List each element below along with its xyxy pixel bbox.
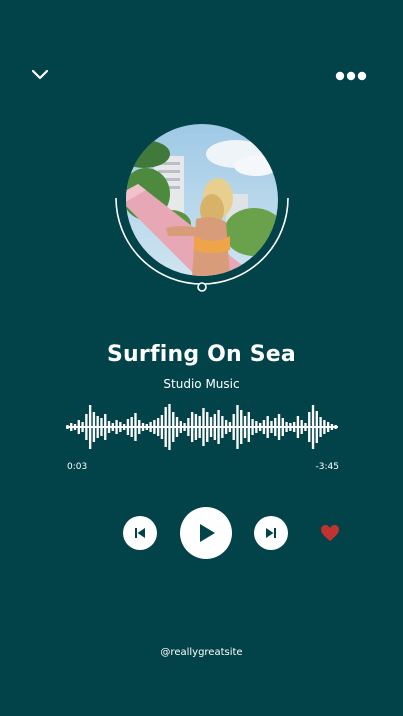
track-title: Surfing On Sea: [107, 342, 296, 367]
next-button[interactable]: [254, 516, 288, 550]
footer-handle: @reallygreatsite: [160, 647, 243, 658]
remaining-time: -3:45: [315, 462, 339, 472]
more-horizontal-icon[interactable]: [334, 70, 368, 82]
elapsed-time: 0:03: [67, 462, 88, 472]
album-art-section: [108, 118, 296, 294]
chevron-down-icon[interactable]: [30, 66, 50, 82]
play-button[interactable]: [180, 507, 232, 559]
heart-icon[interactable]: [320, 524, 340, 542]
progress-handle[interactable]: [197, 282, 207, 292]
waveform-scrubber[interactable]: [66, 401, 338, 453]
skip-next-icon: [266, 528, 276, 538]
play-icon: [200, 524, 215, 542]
skip-previous-icon: [135, 528, 145, 538]
progress-ring[interactable]: [108, 118, 296, 294]
previous-button[interactable]: [123, 516, 157, 550]
track-artist: Studio Music: [163, 377, 240, 391]
